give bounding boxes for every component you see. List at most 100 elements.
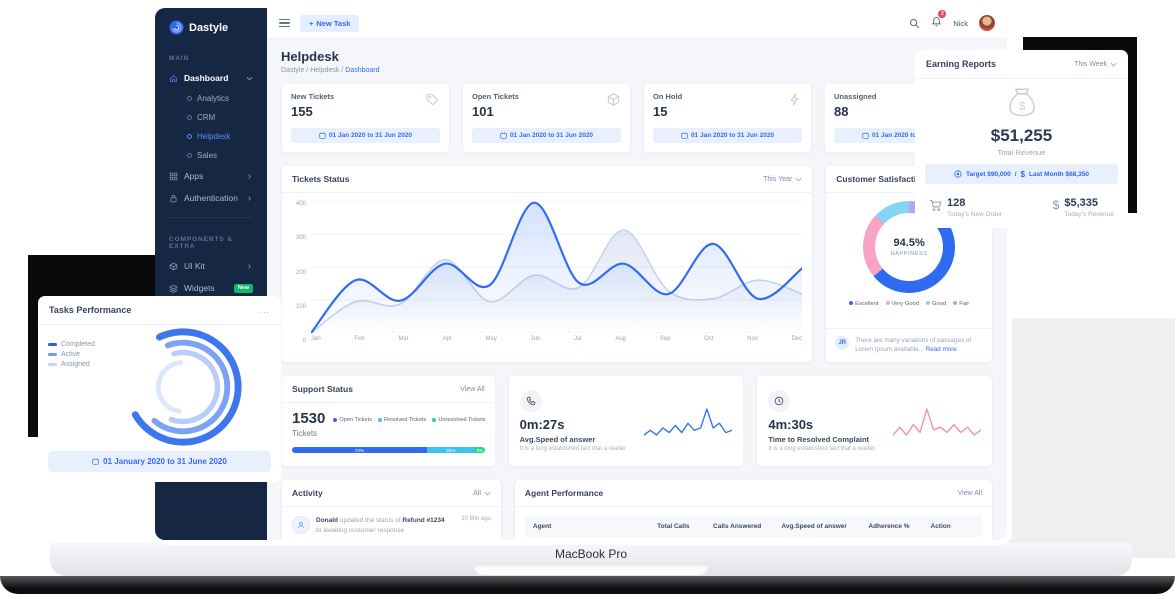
bullet-icon <box>187 134 192 139</box>
legend-dot-icon <box>333 418 337 422</box>
sidebar-item-apps[interactable]: Apps <box>155 165 267 187</box>
topbar: + New Task 2 Nick <box>267 8 1007 39</box>
box-icon <box>169 262 178 271</box>
month-label: Jan <box>311 336 321 342</box>
grid-icon <box>169 172 178 181</box>
money-bag-icon: $ <box>1005 85 1039 119</box>
search-icon[interactable] <box>909 18 920 29</box>
legend-dot-icon <box>886 301 890 305</box>
laptop-notch <box>474 563 709 575</box>
speed-sparkline-chart <box>644 402 732 440</box>
menu-toggle-icon[interactable] <box>279 19 290 28</box>
month-label: Jun <box>531 336 541 342</box>
phone-icon <box>520 390 542 412</box>
table-column-header: Avg.Speed of answer <box>781 523 868 530</box>
date-range-picker[interactable]: 01 Jan 2020 to 31 Jun 2020 <box>291 128 440 143</box>
legend-item: Excellent <box>849 301 879 307</box>
sidebar-item-label: Dashboard <box>184 73 228 83</box>
tickets-period-select[interactable]: This Year <box>763 176 802 183</box>
earning-reports-card: Earning Reports This Week $ $51,255 Tota… <box>915 50 1128 228</box>
sidebar-item-uikit[interactable]: UI Kit <box>155 255 267 277</box>
legend-item: Fair <box>953 301 969 307</box>
more-options-icon[interactable]: ... <box>259 308 270 312</box>
breadcrumb-section[interactable]: Helpdesk <box>310 67 339 74</box>
breadcrumb: Dastyle / Helpdesk / Dashboard <box>281 67 993 74</box>
breadcrumb-root[interactable]: Dastyle <box>281 67 304 74</box>
stat-card-new-tickets: New Tickets 155 <box>281 83 450 153</box>
activity-title: Activity <box>292 488 323 498</box>
user-avatar[interactable] <box>979 15 995 31</box>
note-avatar: JR <box>835 336 849 350</box>
tasks-date-range-picker[interactable]: 01 January 2020 to 31 June 2020 <box>48 451 271 472</box>
y-axis-labels: 4003002001000 <box>292 201 311 344</box>
resolve-time-label: Time to Resolved Complaint <box>768 435 887 444</box>
date-range-picker[interactable]: 01 Jan 2020 to 31 Jun 2020 <box>472 128 621 143</box>
sidebar-item-analytics[interactable]: Analytics <box>155 89 267 108</box>
resolve-time-value: 4m:30s <box>768 417 887 432</box>
month-label: Apr <box>442 336 451 342</box>
legend-dot-icon <box>849 301 853 305</box>
date-range-picker[interactable]: 01 Jan 2020 to 31 Jun 2020 <box>653 128 802 143</box>
new-badge: New <box>234 284 253 293</box>
notification-badge: 2 <box>938 10 946 18</box>
support-view-all-link[interactable]: View All <box>460 386 484 393</box>
support-progress-bar: 70%25%5% <box>292 447 485 453</box>
tasks-radial-chart <box>119 323 247 451</box>
calendar-icon <box>92 458 99 465</box>
earning-period-select[interactable]: This Week <box>1074 61 1117 68</box>
tag-icon <box>425 92 440 107</box>
sidebar-item-helpdesk[interactable]: Helpdesk <box>155 127 267 146</box>
tickets-total-label: Tickets <box>292 429 325 438</box>
dollar-icon: $ <box>1053 198 1060 212</box>
revenue-label: Today's Revenue <box>1064 211 1114 218</box>
sidebar-item-label: Sales <box>197 151 217 160</box>
nav-section-main: Main <box>155 45 267 67</box>
agent-view-all-link[interactable]: View All <box>958 490 982 497</box>
legend-item: Resolved Tickets <box>378 417 426 423</box>
nav-section-components: Components & Extra <box>155 226 267 255</box>
y-tick-label: 200 <box>292 270 306 276</box>
laptop-body-edge <box>1002 318 1175 558</box>
read-more-link[interactable]: Read more <box>926 346 957 353</box>
legend-dot-icon <box>953 301 957 305</box>
stat-value: 15 <box>653 104 682 119</box>
notifications-button[interactable]: 2 <box>931 14 942 32</box>
activity-list-item[interactable]: Donald updated the status of Refund #123… <box>282 507 501 540</box>
bolt-icon <box>787 92 802 107</box>
dollar-icon: $ <box>1021 170 1025 179</box>
page-content: Helpdesk Dastyle / Helpdesk / Dashboard … <box>267 39 1007 540</box>
activity-filter-select[interactable]: All <box>473 490 491 497</box>
table-column-header: Adherence % <box>868 523 930 530</box>
progress-segment: 5% <box>475 447 485 453</box>
last-month-value: Last Month $68,350 <box>1029 171 1089 178</box>
stat-card-open-tickets: Open Tickets 101 01 Jan 202 <box>462 83 631 153</box>
new-task-button[interactable]: + New Task <box>300 15 359 32</box>
brand-logo[interactable]: Dastyle <box>155 18 267 45</box>
tickets-status-card: Tickets Status This Year 4003002001000 <box>281 165 813 363</box>
calendar-icon <box>319 132 326 139</box>
tickets-total: 1530 <box>292 411 325 426</box>
chevron-right-icon <box>246 196 253 201</box>
revenue-value: $5,335 <box>1064 197 1114 209</box>
happiness-value: 94.5% <box>894 237 925 249</box>
bullet-icon <box>187 153 192 158</box>
stat-label: On Hold <box>653 92 682 101</box>
sidebar-item-authentication[interactable]: Authentication <box>155 187 267 209</box>
target-value: Target $90,000 <box>966 171 1011 178</box>
sidebar-item-dashboard[interactable]: Dashboard <box>155 67 267 89</box>
month-label: May <box>486 336 497 342</box>
avg-speed-value: 0m:27s <box>520 417 639 432</box>
legend-dot-icon <box>432 418 436 422</box>
tasks-performance-title: Tasks Performance <box>49 305 131 315</box>
lock-icon <box>169 194 178 203</box>
avg-speed-desc: It is a long established fact that a rea… <box>520 446 639 452</box>
chevron-right-icon <box>246 264 253 269</box>
cube-icon <box>606 92 621 107</box>
breadcrumb-current: Dashboard <box>345 67 379 74</box>
chevron-down-icon <box>795 177 802 182</box>
sidebar-item-crm[interactable]: CRM <box>155 108 267 127</box>
clock-icon <box>768 390 790 412</box>
dashboard-app: Dastyle Main Dashboard Analytics CRM Hel… <box>155 8 1007 540</box>
laptop-bottom-edge <box>0 576 1175 594</box>
sidebar-item-sales[interactable]: Sales <box>155 146 267 165</box>
